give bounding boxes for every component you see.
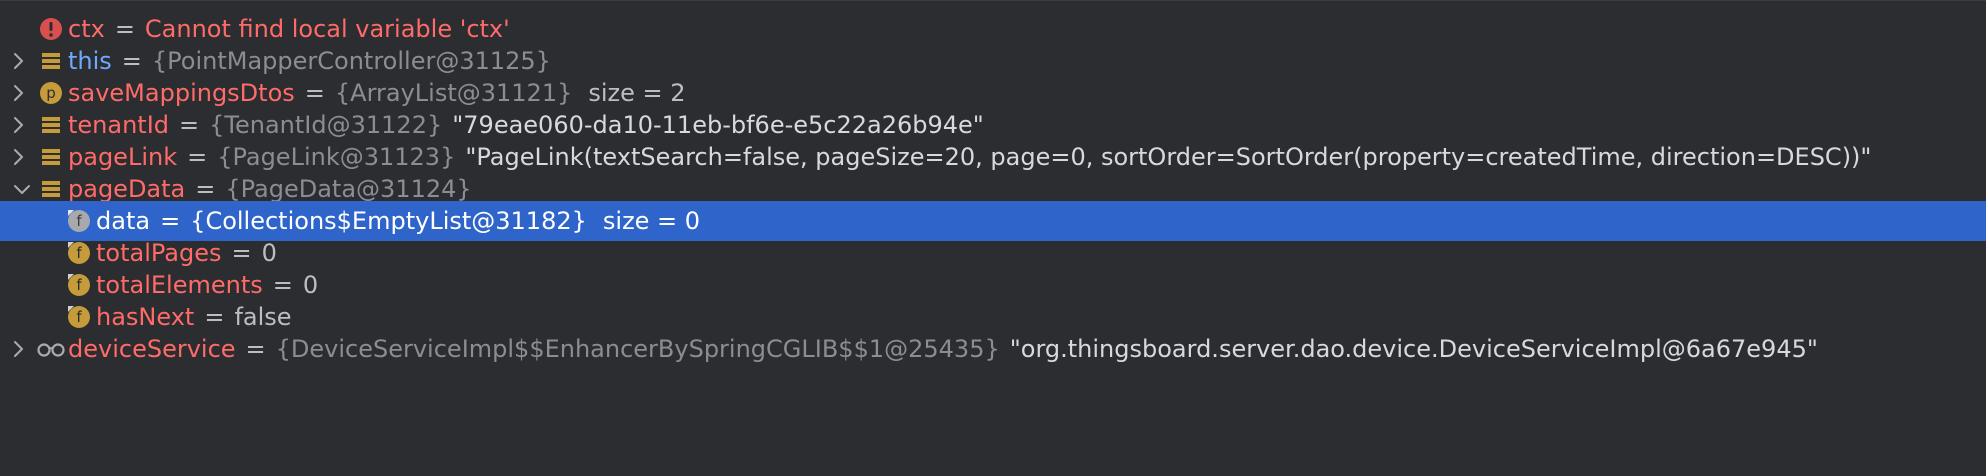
svg-text:f: f: [76, 308, 82, 326]
variable-row-deviceService[interactable]: deviceService = {DeviceServiceImpl$$Enha…: [0, 329, 1986, 369]
chevron-right-icon[interactable]: [6, 81, 30, 105]
equals-sign: =: [204, 303, 225, 331]
type-reference: {Collections$EmptyList@31182}: [190, 207, 587, 235]
variable-name: tenantId: [68, 111, 170, 139]
chevron-down-icon[interactable]: [10, 177, 34, 201]
size-label: size = 2: [588, 79, 686, 107]
svg-text:f: f: [76, 244, 82, 262]
error-icon: [38, 16, 64, 42]
parameter-icon: p: [38, 80, 64, 106]
equals-sign: =: [114, 15, 135, 43]
string-value: "PageLink(textSearch=false, pageSize=20,…: [465, 143, 1872, 171]
field-icon: f: [66, 208, 92, 234]
string-value: "org.thingsboard.server.dao.device.Devic…: [1009, 335, 1818, 363]
variable-name: totalPages: [96, 239, 222, 267]
chevron-right-icon[interactable]: [6, 145, 30, 169]
type-reference: {ArrayList@31121}: [334, 79, 573, 107]
equals-sign: =: [160, 207, 181, 235]
field-icon: f: [66, 240, 92, 266]
variable-name: data: [96, 207, 151, 235]
type-reference: {PageData@31124}: [225, 175, 472, 203]
type-reference: {TenantId@31122}: [209, 111, 443, 139]
equals-sign: =: [304, 79, 325, 107]
chevron-right-icon[interactable]: [6, 113, 30, 137]
variable-name: totalElements: [96, 271, 263, 299]
variable-name: saveMappingsDtos: [68, 79, 295, 107]
primitive-value: 0: [261, 239, 277, 267]
string-value: "79eae060-da10-11eb-bf6e-e5c22a26b94e": [452, 111, 984, 139]
object-icon: [38, 112, 64, 138]
type-reference: {PageLink@31123}: [217, 143, 456, 171]
primitive-value: 0: [302, 271, 319, 299]
type-reference: {DeviceServiceImpl$$EnhancerBySpringCGLI…: [275, 335, 1000, 363]
equals-sign: =: [272, 271, 293, 299]
variable-name: pageData: [68, 175, 186, 203]
primitive-value: false: [234, 303, 292, 331]
equals-sign: =: [121, 47, 142, 75]
variable-name: hasNext: [96, 303, 195, 331]
object-icon: [38, 144, 64, 170]
equals-sign: =: [195, 175, 216, 203]
error-message: Cannot find local variable 'ctx': [144, 15, 510, 43]
object-icon: [38, 176, 64, 202]
svg-text:f: f: [76, 276, 82, 294]
watch-glasses-icon: [36, 336, 66, 362]
svg-text:p: p: [46, 84, 56, 102]
variable-name: deviceService: [68, 335, 236, 363]
type-reference: {PointMapperController@31125}: [151, 47, 551, 75]
debugger-variables-panel: ctx = Cannot find local variable 'ctx' t…: [0, 0, 1986, 476]
object-icon: [38, 48, 64, 74]
svg-text:f: f: [76, 212, 82, 230]
equals-sign: =: [245, 335, 266, 363]
variable-name: this: [68, 47, 112, 75]
variable-name: pageLink: [68, 143, 178, 171]
field-icon: f: [66, 304, 92, 330]
chevron-right-icon[interactable]: [6, 337, 30, 361]
variable-name: ctx: [68, 15, 105, 43]
chevron-right-icon[interactable]: [6, 49, 30, 73]
equals-sign: =: [231, 239, 252, 267]
equals-sign: =: [179, 111, 200, 139]
equals-sign: =: [187, 143, 208, 171]
size-label: size = 0: [602, 207, 701, 235]
field-icon: f: [66, 272, 92, 298]
